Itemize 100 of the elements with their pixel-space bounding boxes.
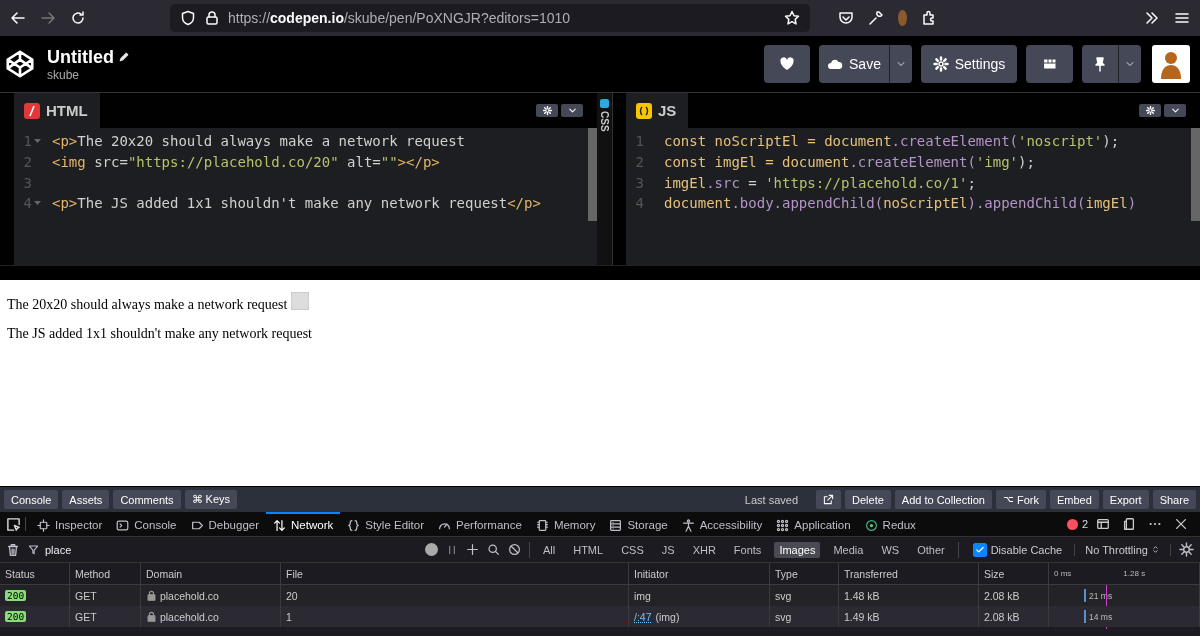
footer-button[interactable]: Comments — [113, 490, 181, 509]
devtools-tab[interactable]: Console — [109, 512, 184, 536]
tick-label: 0 ms — [1054, 569, 1072, 578]
image-placeholder — [291, 292, 310, 310]
external-link-button[interactable] — [816, 490, 841, 509]
footer-button[interactable]: Share — [1152, 490, 1196, 509]
column-header[interactable]: Status — [0, 563, 70, 585]
editor-menu-button[interactable] — [1164, 104, 1186, 117]
pin-button[interactable] — [1082, 45, 1118, 83]
dock-icon — [1096, 517, 1110, 531]
footer-button[interactable]: Fork — [996, 490, 1046, 509]
column-header[interactable]: Initiator — [629, 563, 770, 585]
fold-caret-icon[interactable] — [33, 138, 42, 145]
filter-type-button[interactable]: WS — [876, 541, 905, 558]
throttling-dropdown[interactable]: No Throttling — [1074, 543, 1171, 556]
column-header[interactable]: Transferred — [839, 563, 979, 585]
column-header[interactable]: File — [281, 563, 629, 585]
devtools-tab[interactable]: Storage — [602, 512, 675, 536]
devtools-tab[interactable]: Style Editor — [340, 512, 432, 536]
column-header[interactable]: Method — [70, 563, 141, 585]
filter-type-button[interactable]: Images — [774, 541, 821, 558]
preview-text: The 20x20 should always make a network request — [7, 297, 288, 313]
devtools-tab[interactable]: Memory — [528, 512, 603, 536]
wrench-icon — [868, 10, 884, 26]
footer-button[interactable]: Assets — [62, 490, 110, 509]
back-icon — [10, 10, 26, 26]
css-editor-tab[interactable]: CSS — [599, 111, 610, 132]
avatar-icon[interactable] — [898, 10, 907, 26]
css-icon — [600, 99, 609, 108]
layout-icon — [1041, 56, 1058, 72]
column-header[interactable]: Size — [979, 563, 1049, 585]
filter-field[interactable]: place — [43, 542, 247, 557]
url-text: https://codepen.io/skube/pen/PoXNGJR?editors=1010 — [228, 10, 572, 26]
footer-button[interactable]: Console — [4, 490, 59, 509]
external-link-icon — [823, 494, 834, 505]
editor-tab[interactable]: JS — [626, 93, 689, 128]
lock-icon — [146, 611, 157, 622]
search-icon — [486, 543, 500, 556]
devtools-tab[interactable]: Performance — [431, 512, 529, 536]
code-line: imgEl.src = 'https://placehold.co/1'; — [664, 174, 976, 191]
devtools-tab[interactable]: Debugger — [183, 512, 267, 536]
code-line: const noScriptEl = document.createElement('noscript'); — [664, 133, 1120, 150]
filter-type-button[interactable]: JS — [656, 541, 680, 558]
table-cell: 1.49 kB — [839, 606, 979, 627]
filter-type-button[interactable]: Media — [828, 541, 869, 558]
table-cell: (img) — [655, 610, 680, 623]
editor-settings-button[interactable] — [536, 104, 558, 117]
editor-settings-button[interactable] — [1139, 104, 1161, 117]
filter-type-button[interactable]: CSS — [616, 541, 649, 558]
preview-text: The JS added 1x1 shouldn't make any network request — [7, 326, 312, 342]
scrollbar[interactable] — [588, 128, 597, 221]
filter-type-button[interactable]: Fonts — [728, 541, 767, 558]
block-icon — [507, 543, 521, 556]
scrollbar[interactable] — [1191, 128, 1200, 221]
devtools-tab[interactable]: Accessibility — [674, 512, 770, 536]
clear-icon[interactable] — [424, 543, 438, 556]
footer-button[interactable]: Export — [1102, 490, 1149, 509]
timing-label: 14 ms — [1089, 611, 1113, 622]
layout-button[interactable] — [1026, 45, 1073, 83]
filter-type-button[interactable]: Other — [912, 541, 950, 558]
footer-button[interactable]: Add to Collection — [894, 490, 992, 509]
avatar-icon[interactable] — [1152, 45, 1190, 83]
footer-button[interactable]: Embed — [1050, 490, 1099, 509]
code-line: <img src="https://placehold.co/20" alt=""></p> — [52, 154, 440, 171]
address-bar[interactable]: https://codepen.io/skube/pen/PoXNGJR?editors=1010 — [170, 4, 810, 32]
html-icon — [24, 102, 40, 119]
save-button[interactable]: Save — [819, 45, 889, 83]
column-header[interactable]: Type — [770, 563, 839, 585]
table-cell: img — [634, 589, 651, 602]
checkbox-label[interactable]: Disable Cache — [990, 543, 1063, 556]
check-icon — [974, 544, 985, 555]
js-icon — [636, 102, 652, 119]
devtools-tab[interactable]: Network — [266, 512, 341, 536]
responsive-icon — [1122, 517, 1136, 531]
username[interactable]: skube — [47, 67, 130, 82]
checkbox[interactable] — [972, 542, 987, 557]
devtools-tab[interactable]: Redux — [857, 512, 923, 536]
filter-type-button[interactable]: All — [537, 541, 561, 558]
devtools-tab[interactable]: Inspector — [30, 512, 110, 536]
editor-menu-button[interactable] — [561, 104, 583, 117]
grid-icon — [776, 518, 790, 532]
footer-button[interactable]: Delete — [845, 490, 891, 509]
editor-tab[interactable]: HTML — [14, 93, 100, 128]
heart-button[interactable] — [764, 45, 810, 83]
code-line: document.body.appendChild(noScriptEl).appendChild(imgEl) — [664, 195, 1137, 212]
error-icon[interactable] — [1066, 518, 1078, 530]
initiator-link[interactable]: /:47 — [634, 610, 652, 623]
fold-caret-icon[interactable] — [33, 200, 42, 207]
error-count[interactable]: 2 — [1081, 518, 1088, 530]
line-number: 3 — [23, 174, 32, 191]
cube-logo-icon — [6, 50, 34, 78]
filter-type-button[interactable]: XHR — [687, 541, 721, 558]
filter-type-button[interactable]: HTML — [568, 541, 609, 558]
settings-button[interactable]: Settings — [921, 45, 1017, 83]
pen-title[interactable]: Untitled — [47, 46, 114, 68]
footer-button[interactable]: ⌘ Keys — [184, 490, 238, 509]
terminal-icon — [116, 518, 130, 532]
column-header[interactable]: Domain — [141, 563, 281, 585]
code-line: const imgEl = document.createElement('img'); — [664, 154, 1035, 171]
devtools-tab[interactable]: Application — [769, 512, 858, 536]
